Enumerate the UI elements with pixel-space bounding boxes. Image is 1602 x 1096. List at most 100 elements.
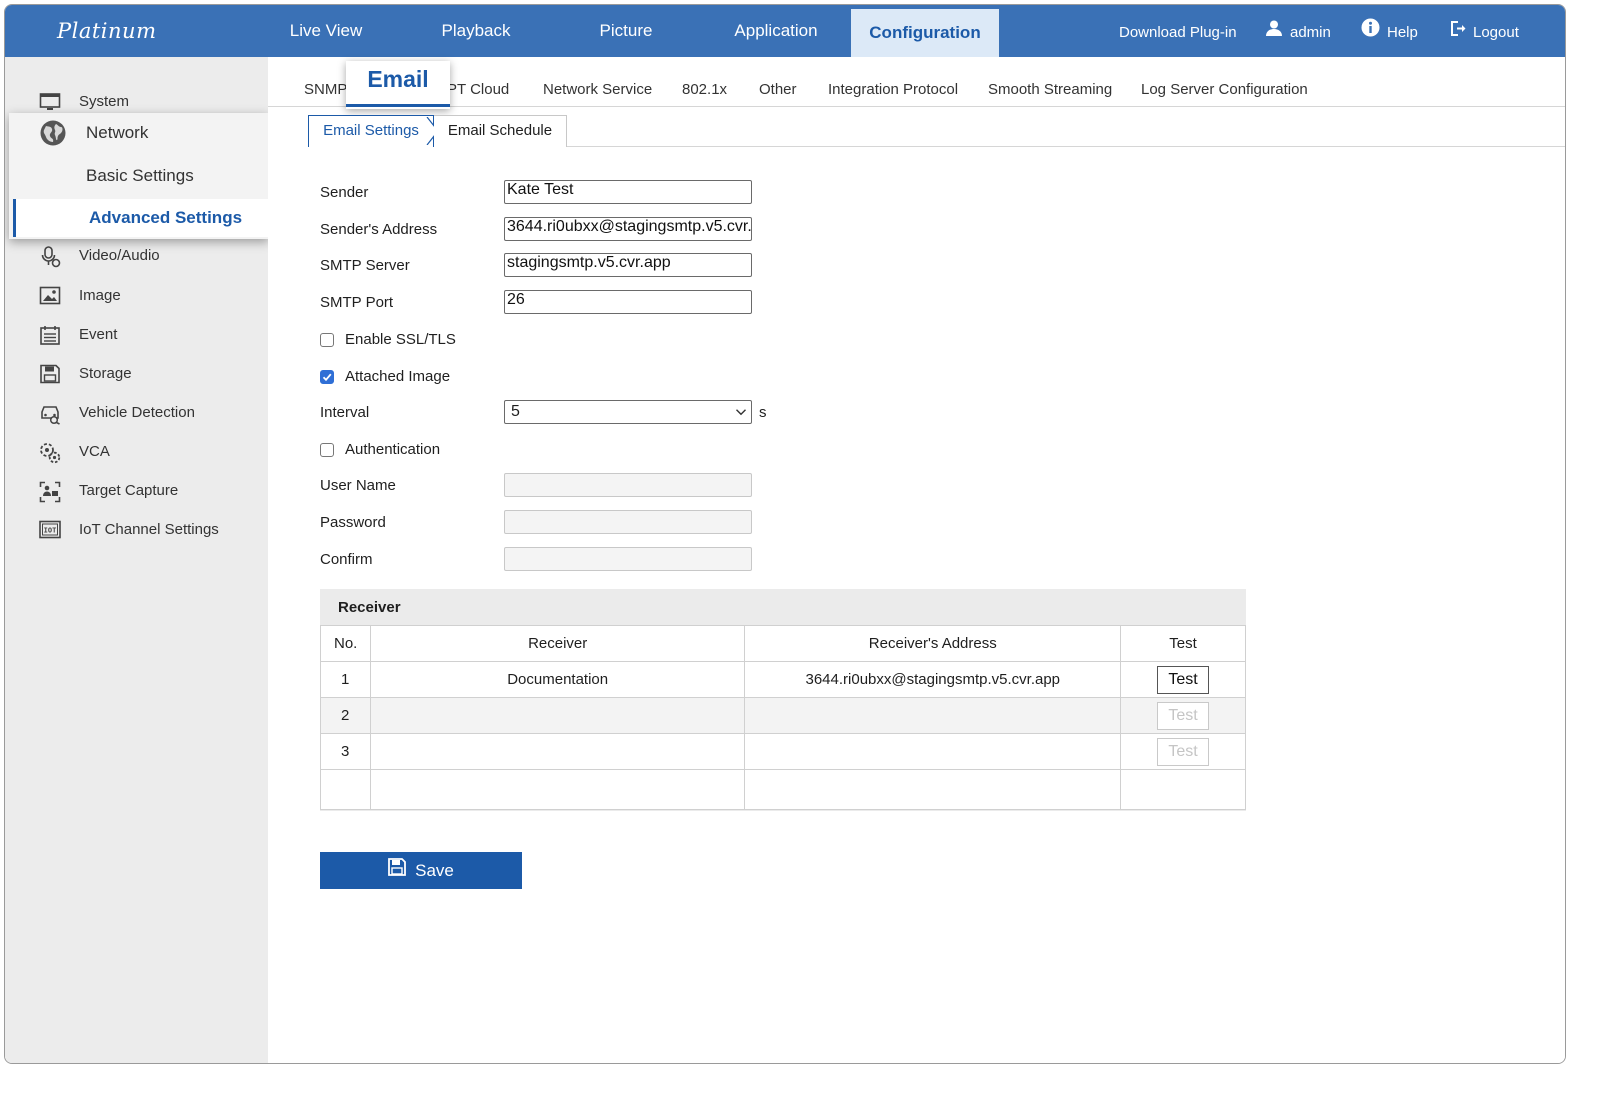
ssl-label: Enable SSL/TLS <box>345 331 456 348</box>
test-button[interactable]: Test <box>1157 665 1210 694</box>
chevron-down-icon <box>736 409 746 416</box>
table-row[interactable]: 1 Documentation 3644.ri0ubxx@stagingsmtp… <box>320 661 1246 698</box>
user-menu[interactable]: admin <box>1265 5 1331 57</box>
top-navigation-bar: Platinum Live View Playback Picture Appl… <box>5 5 1565 57</box>
user-icon <box>1265 5 1283 61</box>
interval-select[interactable]: 5 <box>504 400 752 424</box>
row-receiver-address[interactable] <box>744 697 1122 734</box>
empty-cell <box>369 769 746 810</box>
logout-link[interactable]: Logout <box>1449 5 1519 57</box>
confirm-password-input[interactable] <box>504 547 752 571</box>
nav-picture[interactable]: Picture <box>567 5 685 57</box>
sidebar-item-basic-settings[interactable]: Basic Settings <box>9 157 269 195</box>
save-button[interactable]: Save <box>320 852 522 889</box>
test-button-disabled: Test <box>1157 737 1210 766</box>
tab-email-settings[interactable]: Email Settings <box>308 115 434 147</box>
sidebar-label-network: Network <box>86 123 149 142</box>
row-receiver-address[interactable] <box>744 733 1122 770</box>
sidebar-label-storage: Storage <box>79 365 132 382</box>
iot-icon: IOT <box>39 520 61 540</box>
tab-integration-protocol[interactable]: Integration Protocol <box>828 81 958 98</box>
sidebar-label-event: Event <box>79 326 118 343</box>
row-receiver-name[interactable] <box>369 697 746 734</box>
column-header-test: Test <box>1120 625 1246 662</box>
sender-address-input[interactable]: 3644.ri0ubxx@stagingsmtp.v5.cvr.app <box>504 217 752 241</box>
sidebar-item-advanced-settings[interactable]: Advanced Settings <box>13 199 269 237</box>
checkmark-icon <box>322 373 332 382</box>
tab-smooth-streaming[interactable]: Smooth Streaming <box>988 81 1112 98</box>
sender-input[interactable]: Kate Test <box>504 180 752 204</box>
nav-playback[interactable]: Playback <box>415 5 537 57</box>
save-label: Save <box>415 861 454 880</box>
username-input[interactable] <box>504 473 752 497</box>
main-content: SNMP PT Cloud Network Service 802.1x Oth… <box>268 57 1565 1063</box>
receiver-panel: Receiver No. Receiver Receiver's Address… <box>320 589 1246 811</box>
ssl-checkbox[interactable] <box>320 333 334 347</box>
table-header-row: No. Receiver Receiver's Address Test <box>320 625 1246 662</box>
tab-email[interactable]: Email <box>346 61 450 109</box>
tab-snmp[interactable]: SNMP <box>304 81 347 98</box>
smtp-port-label: SMTP Port <box>320 294 394 311</box>
advanced-settings-tabs: SNMP PT Cloud Network Service 802.1x Oth… <box>268 57 1565 107</box>
tab-log-server-configuration[interactable]: Log Server Configuration <box>1141 81 1308 98</box>
help-label: Help <box>1387 24 1418 41</box>
attached-image-checkbox[interactable] <box>320 370 334 384</box>
password-input[interactable] <box>504 510 752 534</box>
smtp-port-input[interactable]: 26 <box>504 290 752 314</box>
tab-8021x[interactable]: 802.1x <box>682 81 727 98</box>
row-test-cell: Test <box>1120 697 1246 734</box>
calendar-icon <box>39 325 61 345</box>
table-row[interactable]: 2 Test <box>320 697 1246 734</box>
table-row[interactable]: 3 Test <box>320 733 1246 770</box>
nav-live-view[interactable]: Live View <box>267 5 385 57</box>
target-capture-icon <box>39 481 61 503</box>
network-submenu: Network Basic Settings Advanced Settings <box>9 113 269 239</box>
tab-email-schedule[interactable]: Email Schedule <box>434 115 567 147</box>
image-icon <box>39 286 61 306</box>
user-name: admin <box>1290 24 1331 41</box>
logout-icon <box>1449 5 1466 61</box>
row-receiver-name[interactable]: Documentation <box>369 661 746 698</box>
authentication-label: Authentication <box>345 441 441 458</box>
empty-cell <box>744 769 1122 810</box>
column-header-address: Receiver's Address <box>744 625 1122 662</box>
nav-configuration[interactable]: Configuration <box>851 9 999 57</box>
table-empty-row <box>320 769 1246 810</box>
save-disk-icon <box>388 852 407 889</box>
logout-label: Logout <box>1473 24 1519 41</box>
nav-application[interactable]: Application <box>715 5 837 57</box>
save-disk-icon <box>39 364 61 384</box>
tab-pt-cloud[interactable]: PT Cloud <box>447 81 509 98</box>
interval-label: Interval <box>320 404 370 421</box>
password-label: Password <box>320 514 386 531</box>
sidebar-label-image: Image <box>79 287 121 304</box>
tab-network-service[interactable]: Network Service <box>543 81 652 98</box>
sidebar-label-vehicle-detection: Vehicle Detection <box>79 404 195 421</box>
username-label: User Name <box>320 477 396 494</box>
sender-address-label: Sender's Address <box>320 221 438 238</box>
email-inner-tabs: Email Settings Email Schedule <box>308 115 1565 147</box>
row-no: 3 <box>320 733 371 770</box>
receiver-title: Receiver <box>338 599 401 616</box>
microphone-camera-icon <box>39 246 61 268</box>
tab-other[interactable]: Other <box>759 81 797 98</box>
authentication-checkbox[interactable] <box>320 443 334 457</box>
sender-label: Sender <box>320 184 369 201</box>
help-link[interactable]: Help <box>1361 5 1418 57</box>
row-no: 1 <box>320 661 371 698</box>
download-plugin-link[interactable]: Download Plug-in <box>1119 5 1237 57</box>
row-receiver-address[interactable]: 3644.ri0ubxx@stagingsmtp.v5.cvr.app <box>744 661 1122 698</box>
sidebar-label-video-audio: Video/Audio <box>79 247 160 264</box>
sidebar-item-network[interactable]: Network <box>9 113 269 153</box>
tab-email-label: Email <box>367 66 429 92</box>
sidebar-label-iot-channel: IoT Channel Settings <box>79 521 219 538</box>
smtp-server-label: SMTP Server <box>320 257 410 274</box>
smtp-server-input[interactable]: stagingsmtp.v5.cvr.app <box>504 253 752 277</box>
brand-logo: Platinum <box>57 19 157 43</box>
vca-gear-icon <box>39 442 61 464</box>
receiver-table: No. Receiver Receiver's Address Test 1 D… <box>320 625 1246 810</box>
interval-unit: s <box>759 404 767 421</box>
vehicle-icon <box>39 403 61 425</box>
active-tab-underline <box>346 104 450 107</box>
row-receiver-name[interactable] <box>369 733 746 770</box>
